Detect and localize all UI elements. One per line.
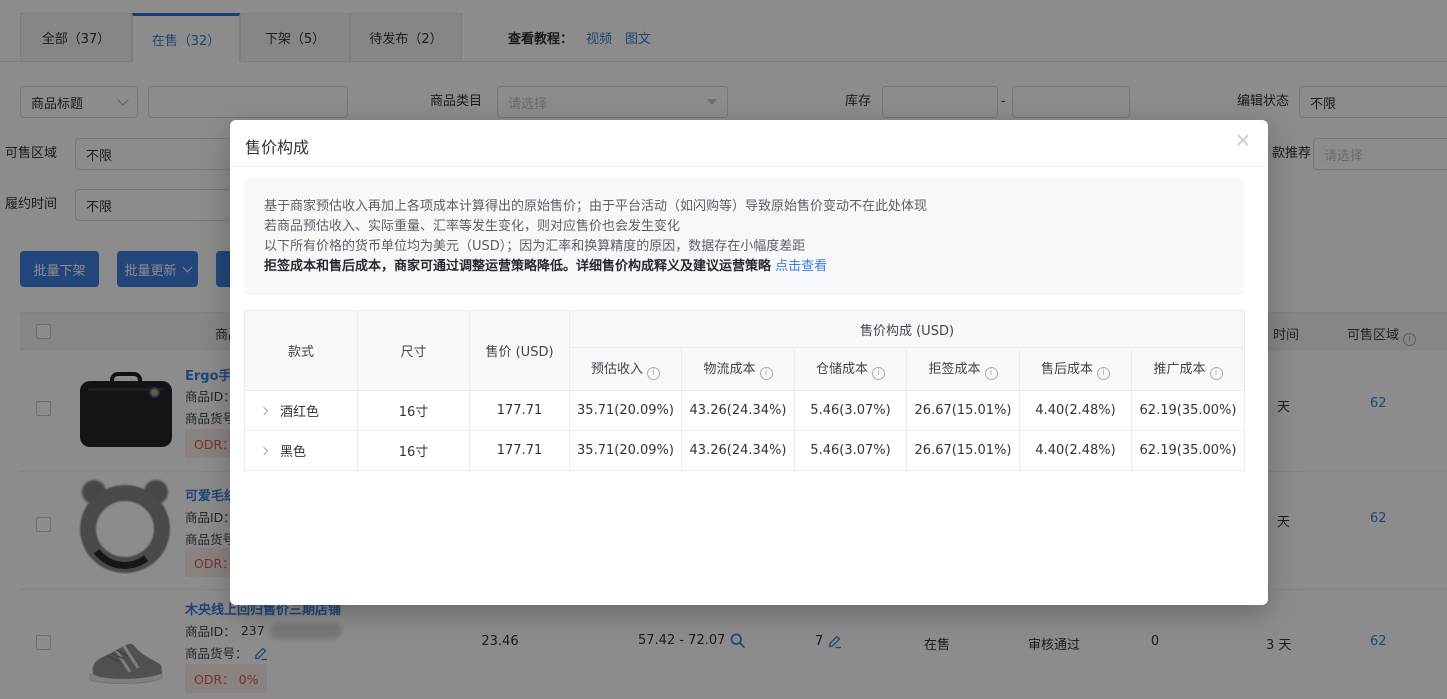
rejection-cost-value: 26.67(15.01%) — [907, 431, 1020, 471]
column-header-logistics-cost: 物流成本 — [682, 348, 795, 391]
column-label: 售后成本 — [1041, 362, 1093, 377]
close-icon[interactable] — [1232, 130, 1254, 152]
price-value: 177.71 — [470, 391, 570, 431]
aftersale-cost-value: 4.40(2.48%) — [1020, 431, 1132, 471]
price-composition-table: 款式 尺寸 售价 (USD) 售价构成 (USD) 预估收入 物流成本 仓储成本… — [244, 310, 1245, 471]
aftersale-cost-value: 4.40(2.48%) — [1020, 391, 1132, 431]
table-row: 酒红色 16寸 177.71 35.71(20.09%) 43.26(24.34… — [245, 391, 1245, 431]
expand-chevron-icon[interactable] — [260, 407, 268, 415]
price-notice: 基于商家预估收入再加上各项成本计算得出的原始售价；由于平台活动（如闪购等）导致原… — [244, 178, 1244, 295]
notice-line-4: 拒签成本和售后成本，商家可通过调整运营策略降低。详细售价构成释义及建议运营策略 … — [264, 257, 1224, 277]
notice-line-4-text: 拒签成本和售后成本，商家可通过调整运营策略降低。详细售价构成释义及建议运营策略 — [264, 259, 771, 274]
column-header-style: 款式 — [245, 311, 358, 391]
page-root: 全部（37） 在售（32） 下架（5） 待发布（2） 查看教程： 视频 图文 商… — [0, 0, 1447, 699]
column-label: 预估收入 — [591, 362, 643, 377]
style-cell: 酒红色 — [245, 391, 358, 431]
rejection-cost-value: 26.67(15.01%) — [907, 391, 1020, 431]
info-icon[interactable] — [872, 367, 885, 380]
info-icon[interactable] — [1210, 367, 1223, 380]
modal-title: 售价构成 — [245, 134, 309, 158]
promotion-cost-value: 62.19(35.00%) — [1132, 431, 1245, 471]
price-value: 177.71 — [470, 431, 570, 471]
column-label: 仓储成本 — [816, 362, 868, 377]
column-header-promotion-cost: 推广成本 — [1132, 348, 1245, 391]
info-icon[interactable] — [985, 367, 998, 380]
info-icon[interactable] — [647, 367, 660, 380]
column-header-size: 尺寸 — [358, 311, 470, 391]
notice-line-1: 基于商家预估收入再加上各项成本计算得出的原始售价；由于平台活动（如闪购等）导致原… — [264, 197, 1224, 217]
column-header-estimated-income: 预估收入 — [570, 348, 682, 391]
promotion-cost-value: 62.19(35.00%) — [1132, 391, 1245, 431]
column-header-aftersale-cost: 售后成本 — [1020, 348, 1132, 391]
view-details-link[interactable]: 点击查看 — [775, 259, 827, 274]
warehouse-cost-value: 5.46(3.07%) — [795, 431, 907, 471]
style-value: 酒红色 — [280, 405, 319, 420]
column-header-price: 售价 (USD) — [470, 311, 570, 391]
modal-divider — [230, 166, 1268, 167]
estimated-income-value: 35.71(20.09%) — [570, 391, 682, 431]
info-icon[interactable] — [760, 367, 773, 380]
column-header-warehouse-cost: 仓储成本 — [795, 348, 907, 391]
column-header-rejection-cost: 拒签成本 — [907, 348, 1020, 391]
style-value: 黑色 — [280, 445, 306, 460]
price-composition-modal: 售价构成 基于商家预估收入再加上各项成本计算得出的原始售价；由于平台活动（如闪购… — [230, 120, 1268, 605]
column-label: 物流成本 — [703, 362, 755, 377]
column-label: 拒签成本 — [928, 362, 980, 377]
column-group-composition: 售价构成 (USD) — [570, 311, 1245, 348]
expand-chevron-icon[interactable] — [260, 447, 268, 455]
logistics-cost-value: 43.26(24.34%) — [682, 391, 795, 431]
logistics-cost-value: 43.26(24.34%) — [682, 431, 795, 471]
column-label: 推广成本 — [1153, 362, 1205, 377]
style-cell: 黑色 — [245, 431, 358, 471]
table-row: 黑色 16寸 177.71 35.71(20.09%) 43.26(24.34%… — [245, 431, 1245, 471]
size-value: 16寸 — [358, 391, 470, 431]
estimated-income-value: 35.71(20.09%) — [570, 431, 682, 471]
notice-line-3: 以下所有价格的货币单位均为美元（USD）；因为汇率和换算精度的原因，数据存在小幅… — [264, 237, 1224, 257]
notice-line-2: 若商品预估收入、实际重量、汇率等发生变化，则对应售价也会发生变化 — [264, 217, 1224, 237]
size-value: 16寸 — [358, 431, 470, 471]
warehouse-cost-value: 5.46(3.07%) — [795, 391, 907, 431]
info-icon[interactable] — [1097, 367, 1110, 380]
